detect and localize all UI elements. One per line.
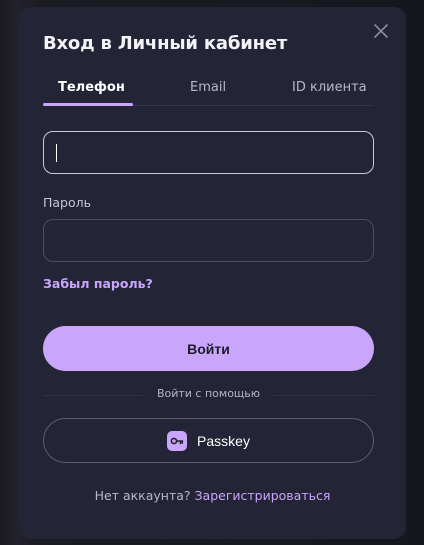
register-prompt: Нет аккаунта? Зарегистрироваться: [19, 488, 406, 503]
key-icon: [167, 430, 188, 451]
forgot-password-link[interactable]: Забыл пароль?: [43, 276, 153, 291]
divider-text: Войти с помощью: [156, 387, 261, 400]
passkey-button[interactable]: Passkey: [43, 418, 374, 463]
close-icon[interactable]: [372, 22, 390, 40]
register-link[interactable]: Зарегистрироваться: [195, 488, 331, 503]
login-method-tabs: Телефон Email ID клиента: [43, 78, 373, 106]
login-dialog: Вход в Личный кабинет Телефон Email ID к…: [19, 7, 406, 539]
password-field[interactable]: [43, 219, 374, 262]
dialog-title: Вход в Личный кабинет: [43, 33, 288, 54]
tab-phone[interactable]: Телефон: [58, 80, 125, 95]
no-account-text: Нет аккаунта?: [94, 488, 191, 503]
active-tab-indicator: [43, 103, 133, 106]
password-label: Пароль: [43, 195, 91, 210]
alternative-login-divider: Войти с помощью: [43, 387, 374, 403]
tab-email[interactable]: Email: [190, 80, 226, 95]
passkey-label: Passkey: [197, 432, 250, 449]
phone-input[interactable]: [43, 131, 374, 174]
login-button[interactable]: Войти: [43, 326, 374, 371]
tab-client-id[interactable]: ID клиента: [292, 80, 367, 95]
text-caret: [56, 144, 57, 162]
